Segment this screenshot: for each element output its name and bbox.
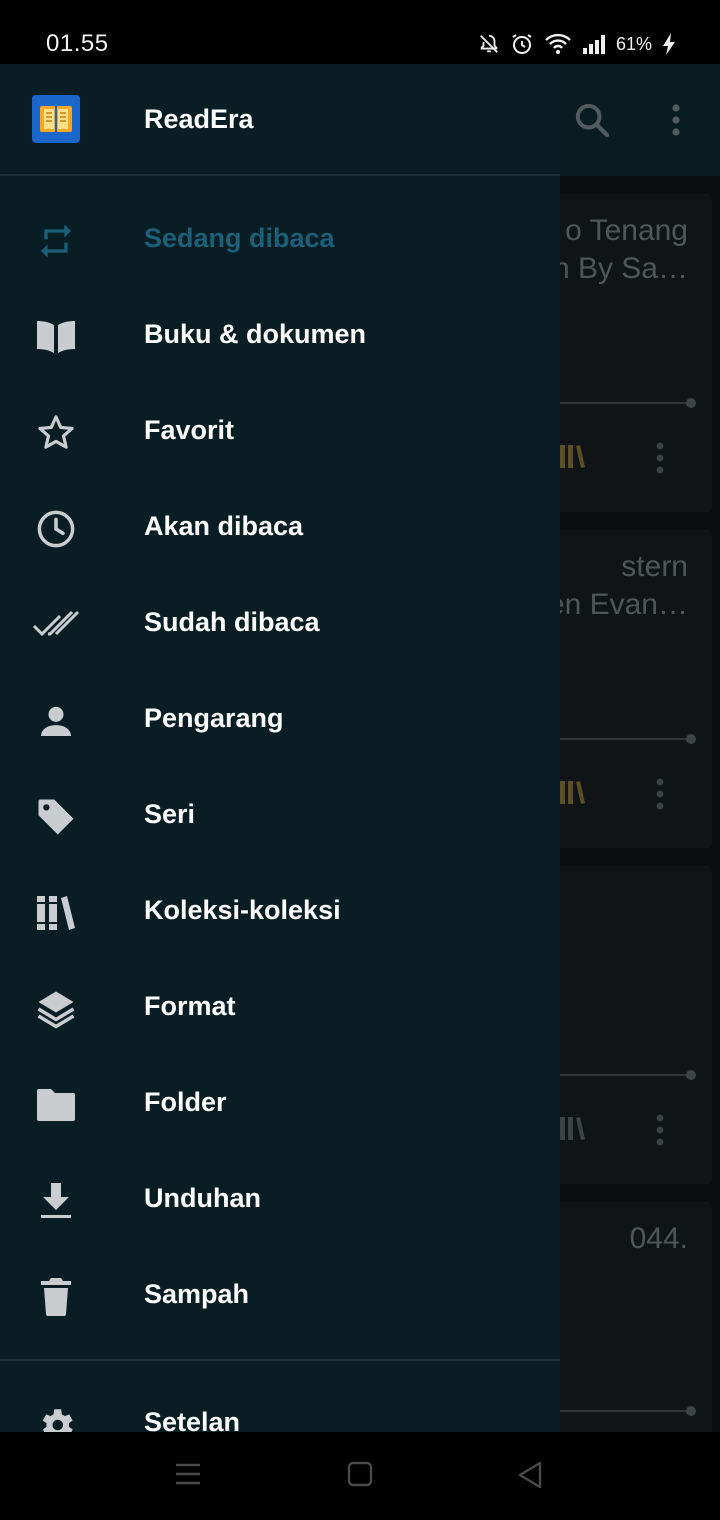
- drawer-item-favorit[interactable]: Favorit: [0, 385, 560, 481]
- drawer-item-seri[interactable]: Seri: [0, 769, 560, 865]
- app-name: ReadEra: [144, 104, 254, 134]
- download-icon: [32, 1177, 80, 1225]
- drawer-item-buku-dokumen[interactable]: Buku & dokumen: [0, 289, 560, 385]
- battery-percent: 61%: [615, 33, 652, 54]
- drawer-item-format[interactable]: Format: [0, 961, 560, 1057]
- trash-icon: [32, 1273, 80, 1321]
- status-bar: 01.55 61%: [0, 0, 720, 64]
- navigation-drawer: ReadEra Sedang dibaca Buku & dokumen Fav…: [0, 64, 560, 1432]
- back-icon[interactable]: [516, 1460, 544, 1495]
- clock-icon: [32, 505, 80, 553]
- tag-icon: [32, 793, 80, 841]
- drawer-item-akan-dibaca[interactable]: Akan dibaca: [0, 481, 560, 577]
- charging-icon: [663, 33, 675, 55]
- signal-icon: [582, 35, 605, 54]
- status-time: 01.55: [46, 30, 109, 57]
- drawer-item-label: Setelan: [144, 1407, 241, 1432]
- app-logo-icon: [32, 95, 80, 143]
- menu-icon[interactable]: [174, 1460, 202, 1493]
- repeat-icon: [32, 217, 80, 265]
- system-nav-bar: [0, 1432, 720, 1520]
- drawer-item-label: Format: [144, 991, 236, 1021]
- drawer-item-label: Folder: [144, 1087, 227, 1117]
- drawer-item-label: Akan dibaca: [144, 511, 304, 541]
- settings-divider: [0, 1359, 560, 1361]
- drawer-item-setelan[interactable]: Setelan: [0, 1377, 560, 1432]
- drawer-item-koleksi[interactable]: Koleksi-koleksi: [0, 865, 560, 961]
- person-icon: [32, 697, 80, 745]
- gear-icon: [32, 1401, 80, 1432]
- drawer-item-label: Sudah dibaca: [144, 607, 320, 637]
- header-divider: [0, 174, 560, 176]
- drawer-item-sampah[interactable]: Sampah: [0, 1249, 560, 1345]
- drawer-item-label: Sampah: [144, 1279, 250, 1309]
- library-icon: [32, 889, 80, 937]
- status-icons: 61%: [478, 30, 676, 58]
- book-open-icon: [32, 313, 80, 361]
- drawer-item-sudah-dibaca[interactable]: Sudah dibaca: [0, 577, 560, 673]
- drawer-item-unduhan[interactable]: Unduhan: [0, 1153, 560, 1249]
- drawer-item-label: Sedang dibaca: [144, 223, 335, 253]
- drawer-item-label: Koleksi-koleksi: [144, 895, 341, 925]
- alarm-icon: [512, 34, 532, 54]
- wifi-icon: [545, 33, 571, 54]
- drawer-item-label: Buku & dokumen: [144, 319, 367, 349]
- drawer-item-label: Seri: [144, 799, 196, 829]
- drawer-item-label: Pengarang: [144, 703, 284, 733]
- star-outline-icon: [32, 409, 80, 457]
- mute-icon: [480, 34, 498, 53]
- drawer-item-label: Unduhan: [144, 1183, 261, 1213]
- folder-icon: [32, 1081, 80, 1129]
- double-check-icon: [32, 601, 80, 649]
- drawer-item-folder[interactable]: Folder: [0, 1057, 560, 1153]
- drawer-item-sedang-dibaca[interactable]: Sedang dibaca: [0, 193, 560, 289]
- layers-icon: [32, 985, 80, 1033]
- home-icon[interactable]: [346, 1460, 374, 1493]
- drawer-item-pengarang[interactable]: Pengarang: [0, 673, 560, 769]
- drawer-item-label: Favorit: [144, 415, 235, 445]
- drawer-header: ReadEra: [0, 64, 560, 176]
